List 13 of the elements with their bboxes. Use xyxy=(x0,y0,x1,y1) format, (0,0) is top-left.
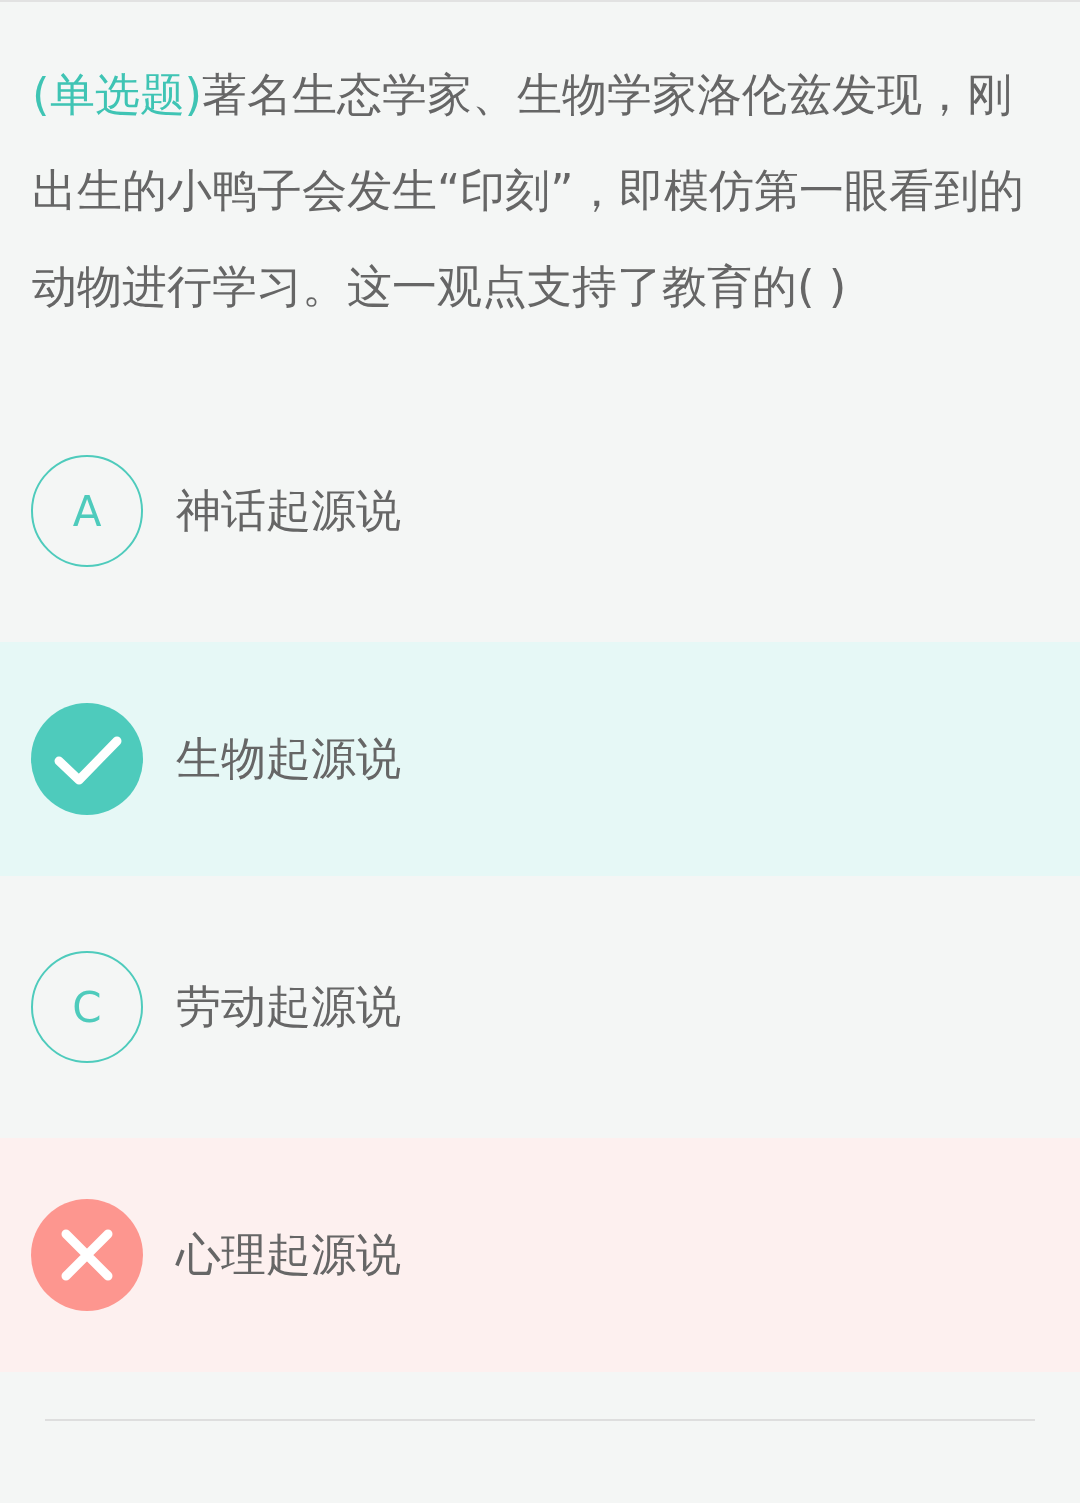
check-icon xyxy=(31,703,143,815)
answer-option[interactable]: 心理起源说 xyxy=(0,1138,1080,1372)
option-text: 生物起源说 xyxy=(176,731,401,787)
option-letter: A xyxy=(31,455,143,567)
option-text: 神话起源说 xyxy=(176,483,401,539)
question-text: (单选题)著名生态学家、生物学家洛伦兹发现，刚出生的小鸭子会发生“印刻”，即模仿第一眼看到的动物进行学习。这一观点支持了教育的( ) xyxy=(31,67,1025,315)
answer-option[interactable]: 生物起源说 xyxy=(0,642,1080,876)
option-text: 心理起源说 xyxy=(176,1227,401,1283)
option-letter: C xyxy=(31,951,143,1063)
cross-icon xyxy=(31,1199,143,1311)
answer-option[interactable]: A 神话起源说 xyxy=(0,394,1080,628)
answer-option[interactable]: C 劳动起源说 xyxy=(0,890,1080,1124)
option-text: 劳动起源说 xyxy=(176,979,401,1035)
